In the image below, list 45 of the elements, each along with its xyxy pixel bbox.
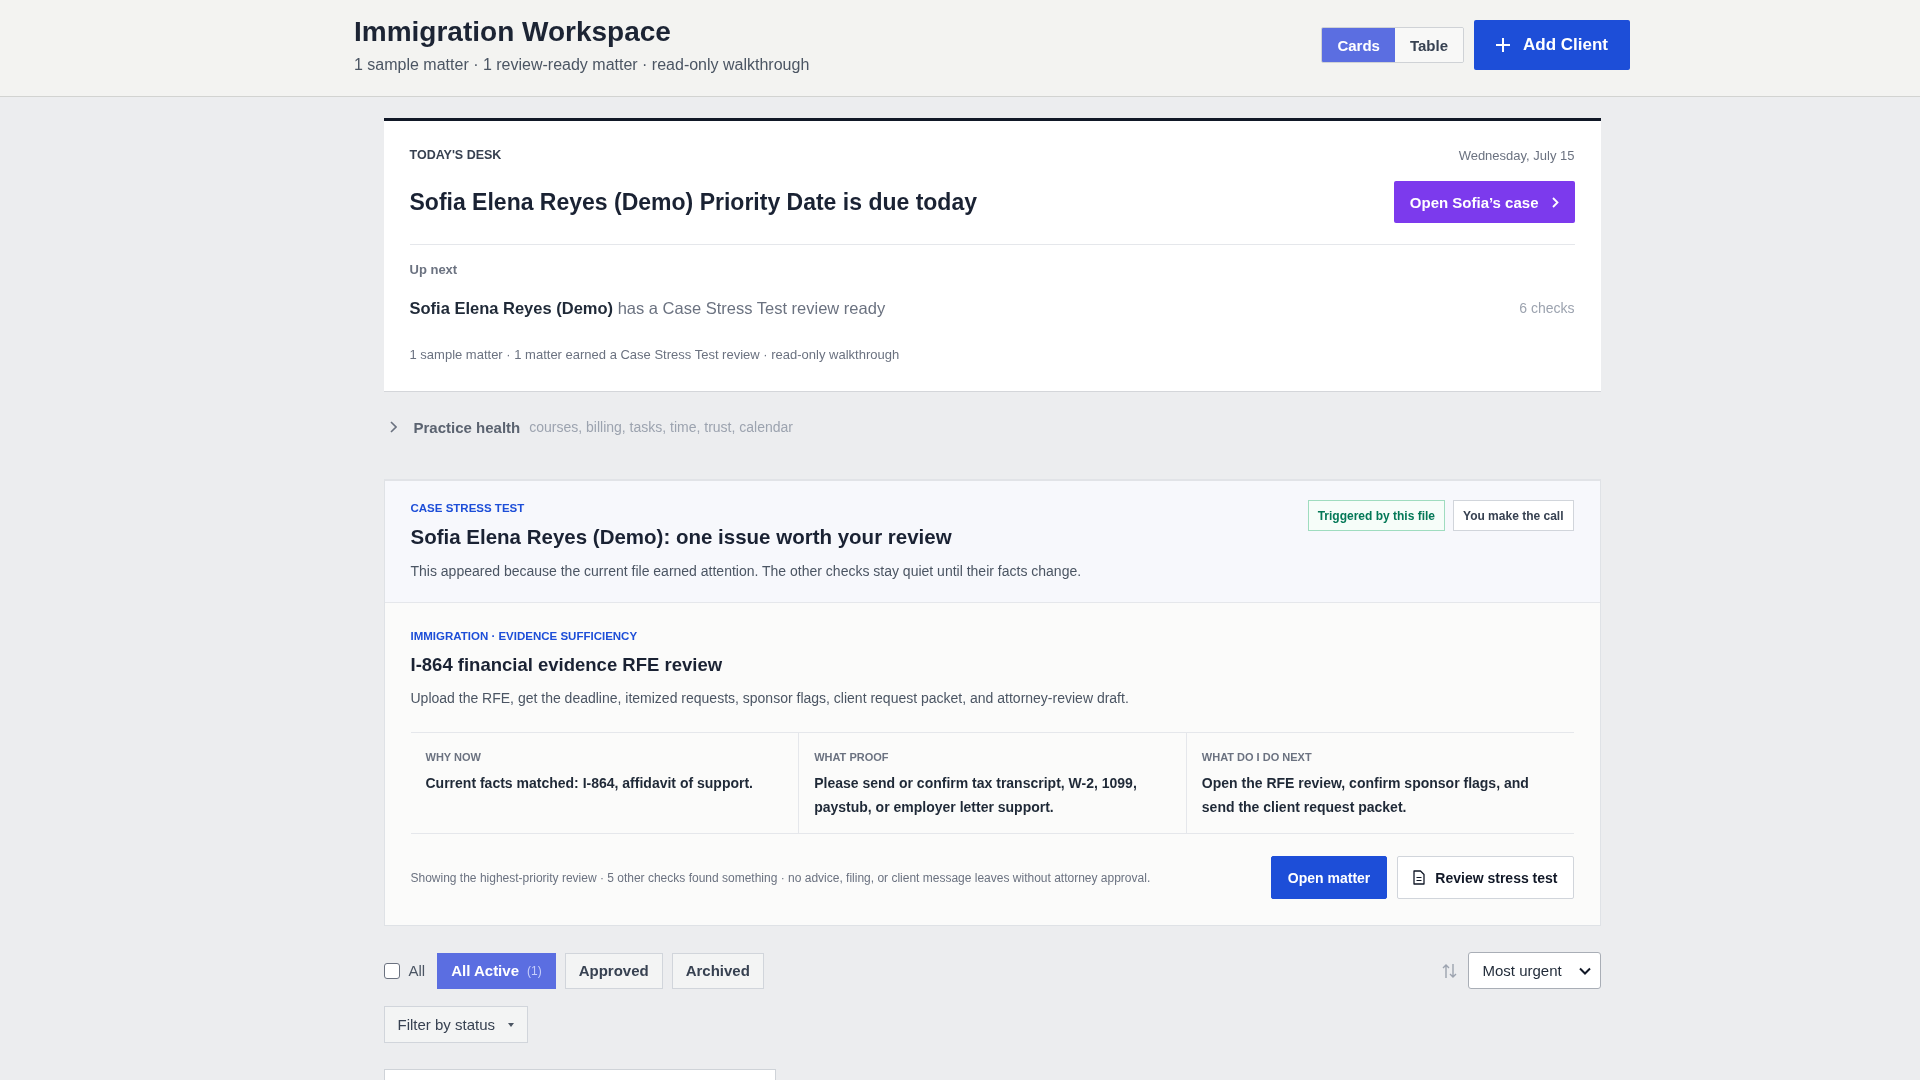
up-next-label: Up next: [409, 261, 459, 279]
view-toggle-button[interactable]: Cards: [1322, 28, 1395, 62]
issue-title: I-864 financial evidence RFE review: [410, 653, 724, 677]
chevron-right-icon: [1551, 196, 1559, 208]
chevron-down-icon: [1578, 966, 1591, 975]
document-icon: [1413, 870, 1426, 885]
review-button[interactable]: Review stress test: [1397, 856, 1574, 899]
sort-select[interactable]: Most urgent: [1467, 952, 1601, 989]
fact-text: Current facts matched: I-864, affidavit of support.: [425, 774, 754, 793]
caret-icon: [508, 1022, 515, 1027]
view-toggle-button[interactable]: Table: [1394, 28, 1463, 62]
category-label: IMMIGRATION · EVIDENCE SUFFICIENCY: [410, 629, 639, 644]
filter-tab[interactable]: Archived: [671, 952, 764, 989]
plus-icon: [1496, 38, 1510, 52]
section-label: TODAY'S DESK: [409, 148, 502, 162]
date-text: Wednesday, July 15: [1458, 147, 1575, 163]
open-matter-button[interactable]: Open matter: [1270, 856, 1388, 899]
up-next-text: Sofia Elena Reyes (Demo) has a Case Stress Test review ready: [409, 298, 886, 319]
stress-test-description: This appeared because the current file earned attention. The other checks stay quiet until their facts change.: [410, 562, 1082, 581]
fact-text: Please send or confirm tax transcript, W-2, 1099, paystub, or employer letter support.: [814, 774, 1138, 817]
open-case-button[interactable]: Open Sofia’s case: [1393, 181, 1575, 223]
stress-test-title: Sofia Elena Reyes (Demo): one issue worth your review: [410, 524, 953, 550]
checks-count: 6 checks: [1519, 300, 1575, 316]
page-title: Immigration Workspace: [354, 15, 672, 49]
review-note: Showing the highest-priority review · 5 other checks found something · no advice, filing, or client message leaves without attorney approval.: [410, 870, 1151, 885]
status-filter-button[interactable]: Filter by status: [383, 1006, 529, 1043]
desk-headline: Sofia Elena Reyes (Demo) Priority Date is due today: [409, 188, 977, 217]
practice-health-topics: courses, billing, tasks, time, trust, calendar: [529, 419, 793, 435]
status-tag: Triggered by this file: [1307, 500, 1445, 531]
fact-label: WHY NOW: [425, 750, 482, 764]
checkbox[interactable]: [383, 962, 400, 979]
practice-health-toggle[interactable]: Practice health: [389, 415, 521, 439]
filter-tab[interactable]: Approved: [564, 952, 663, 989]
fact-text: Open the RFE review, confirm sponsor flags, and send the client request packet.: [1201, 774, 1530, 817]
select-all-label: All: [408, 962, 426, 979]
section-label: CASE STRESS TEST: [410, 501, 526, 516]
issue-description: Upload the RFE, get the deadline, itemized requests, sponsor flags, client request packet, and attorney-review draft.: [410, 689, 1130, 708]
desk-summary: 1 sample matter · 1 matter earned a Case Stress Test review · read-only walkthrough: [409, 346, 901, 364]
sort-icon: [1441, 962, 1457, 979]
info-tag: You make the call: [1453, 500, 1574, 531]
fact-label: WHAT DO I DO NEXT: [1201, 750, 1313, 764]
page-subtitle: 1 sample matter · 1 review-ready matter · read-only walkthrough: [354, 55, 810, 75]
fact-label: WHAT PROOF: [814, 750, 890, 764]
filter-tab[interactable]: All Active (1): [437, 952, 556, 989]
add-client-button[interactable]: Add Client: [1474, 20, 1630, 70]
